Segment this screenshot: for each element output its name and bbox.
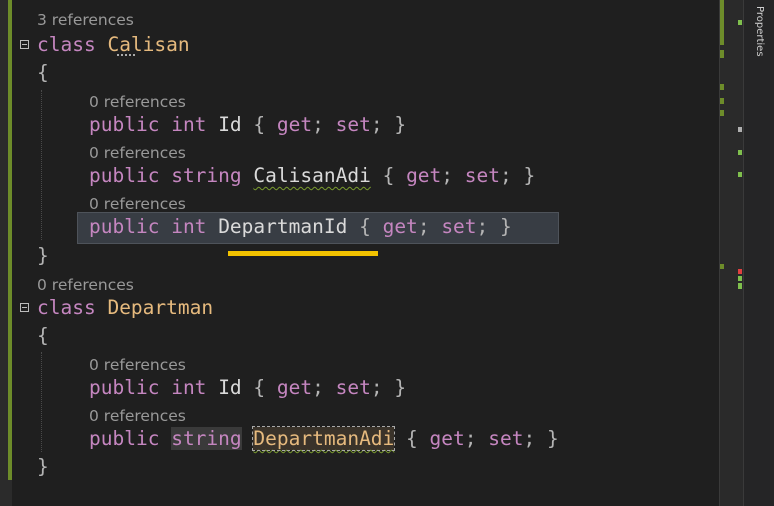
class-declaration: class Calisan [37,30,190,60]
semicolon: ; [417,215,430,238]
type-keyword: int [171,113,207,136]
type-keyword: string [171,164,242,187]
brace: } [394,113,407,136]
scrollbar-marker [738,150,742,155]
scrollbar-change-marker [720,0,724,45]
codelens-references[interactable]: 0 references [89,194,186,214]
semicolon: ; [476,215,489,238]
property-name[interactable]: DepartmanId [218,215,347,238]
scrollbar-error-marker [738,269,742,274]
scrollbar-marker [738,283,742,289]
property-line: public string DepartmanAdi { get; set; } [89,424,559,454]
semicolon: ; [312,376,324,399]
get-accessor: get [276,376,313,399]
property-line: public int Id { get; set; } [89,110,406,140]
type-keyword: string [171,427,242,450]
scrollbar-change-marker [720,264,724,269]
collapse-toggle-icon[interactable] [20,303,29,312]
scrollbar-change-marker [720,110,724,116]
open-brace: { [37,324,49,347]
scrollbar-marker [738,20,742,25]
property-line: public string CalisanAdi { get; set; } [89,161,535,191]
semicolon: ; [370,113,383,136]
class-name[interactable]: Departman [107,296,213,319]
type-keyword: int [171,376,207,399]
get-accessor: get [276,113,313,136]
access-modifier: public [89,164,160,187]
class-keyword: class [37,33,96,56]
property-name[interactable]: Id [218,113,241,136]
set-accessor: set [335,376,371,399]
semicolon: ; [464,427,477,450]
codelens-references[interactable]: 0 references [89,355,186,375]
indent-guide [41,352,42,452]
brace: { [406,427,418,450]
codelens-references[interactable]: 0 references [89,92,186,112]
brace: } [547,427,559,450]
codelens-references[interactable]: 0 references [37,275,134,295]
semicolon: ; [523,427,536,450]
brace: { [253,113,266,136]
change-tracking-bar [8,0,12,480]
type-keyword: int [171,215,207,238]
set-accessor: set [335,113,371,136]
side-panel: Properties [743,0,774,506]
class-keyword: class [37,296,96,319]
get-accessor: get [382,215,418,238]
scrollbar-change-marker [720,84,724,90]
access-modifier: public [89,376,160,399]
semicolon: ; [370,376,383,399]
scrollbar-marker [738,172,742,177]
property-name[interactable]: CalisanAdi [253,164,370,187]
brace: } [500,215,512,238]
access-modifier: public [89,427,160,450]
indent-guide [41,90,42,240]
semicolon: ; [312,113,324,136]
scrollbar-marker [738,276,742,281]
set-accessor: set [441,215,477,238]
set-accessor: set [488,427,524,450]
properties-tab[interactable]: Properties [750,6,768,66]
open-brace: { [37,61,49,84]
brace: } [394,376,407,399]
close-brace: } [37,244,49,267]
semicolon: ; [500,164,512,187]
access-modifier: public [89,215,160,238]
scrollbar-change-marker [720,98,724,104]
property-name[interactable]: DepartmanAdi [252,426,396,451]
property-name[interactable]: Id [218,376,241,399]
get-accessor: get [406,164,442,187]
close-brace: } [37,455,49,478]
semicolon: ; [441,164,454,187]
access-modifier: public [89,113,160,136]
collapse-toggle-icon[interactable] [20,40,29,49]
property-line: public int Id { get; set; } [89,373,406,403]
brace: { [359,215,371,238]
yellow-annotation-underline [228,251,378,256]
codelens-references[interactable]: 0 references [89,143,186,163]
scrollbar-marker [738,127,742,132]
get-accessor: get [429,427,465,450]
vertical-scrollbar[interactable] [719,0,743,506]
class-declaration: class Departman [37,293,213,323]
set-accessor: set [464,164,501,187]
brace: { [253,376,266,399]
scrollbar-change-marker [720,50,724,58]
property-line: public int DepartmanId { get; set; } [89,212,512,242]
codelens-references[interactable]: 0 references [89,406,186,426]
brace: { [382,164,395,187]
suggestion-dots-icon[interactable] [117,52,135,56]
brace: } [523,164,536,187]
codelens-references[interactable]: 3 references [37,10,134,30]
code-editor[interactable]: 3 references class Calisan { 0 reference… [0,0,719,506]
